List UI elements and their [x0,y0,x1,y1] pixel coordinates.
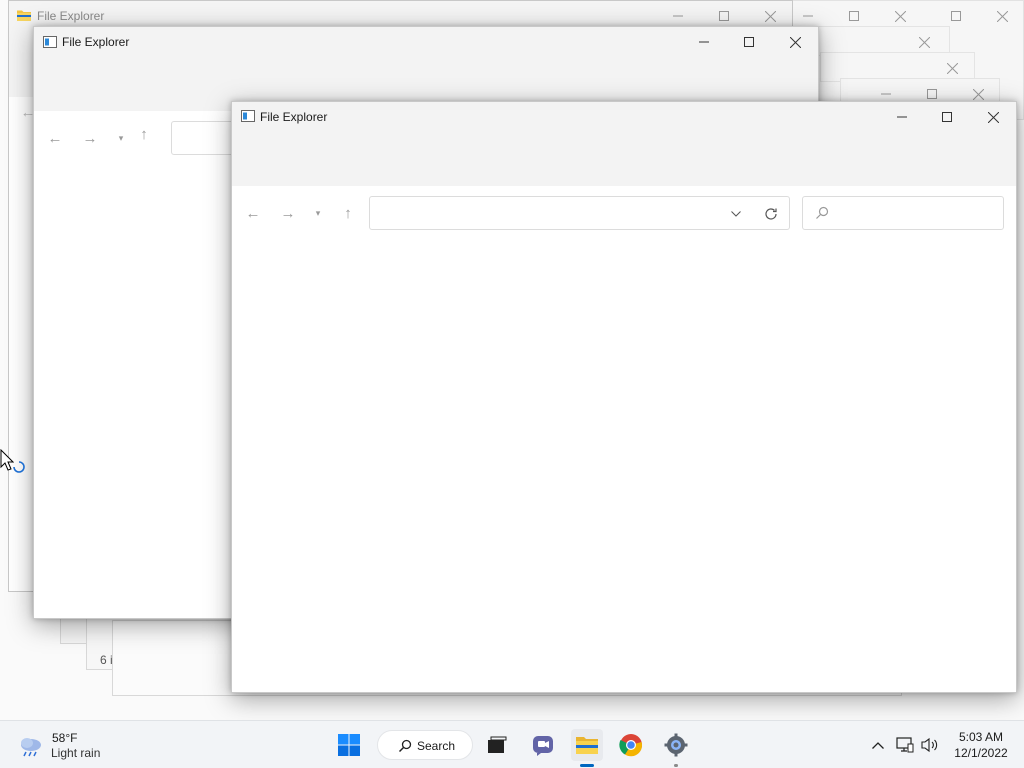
show-hidden-icons-chevron-icon[interactable] [868,735,888,755]
up-button[interactable]: ↑ [335,200,361,226]
weather-rain-icon [21,738,41,757]
search-icon [398,739,412,753]
folder-icon [576,737,598,754]
file-explorer-window-front[interactable]: File Explorer ← → ▾ ↑ [231,101,1017,693]
clock-time: 5:03 AM [958,730,1004,744]
weather-condition: Light rain [51,746,101,760]
search-icon [815,206,829,223]
back-button[interactable]: ← [42,125,68,151]
gear-icon [664,733,688,757]
maximize-button[interactable] [924,102,970,132]
window-title: File Explorer [37,9,105,23]
window-content [232,186,1016,692]
ghost-close-icon [979,1,1023,31]
window-title: File Explorer [260,110,328,124]
close-button[interactable] [772,27,818,57]
taskbar: 58°F Light rain Search 5:03 AM 12/1/2022 [0,720,1024,768]
clock[interactable]: 5:03 AM 12/1/2022 [948,727,1014,763]
window-title: File Explorer [62,35,130,49]
ghost-status-text: 6 i [100,653,113,667]
busy-spinner-icon [13,461,25,473]
address-bar[interactable] [369,196,790,230]
address-dropdown-icon[interactable] [728,206,744,222]
task-view-icon [488,736,507,753]
active-app-indicator [580,764,594,767]
chat-button[interactable] [527,729,559,761]
teams-chat-icon [533,736,553,756]
taskbar-search-label: Search [417,739,456,753]
windows-start-icon [338,734,360,756]
file-explorer-taskbar-button[interactable] [571,729,603,767]
recent-locations-button[interactable]: ▾ [305,200,331,226]
minimize-button[interactable] [681,27,727,57]
search-box[interactable] [802,196,1004,230]
desktop: 6 i File Explorer ← File Explorer ← → ▾ … [0,0,1024,720]
chrome-icon [619,734,643,757]
chrome-taskbar-button[interactable] [615,729,647,761]
weather-temp: 58°F [52,731,78,745]
network-icon[interactable] [895,735,915,755]
minimize-button[interactable] [879,102,925,132]
app-icon [43,36,57,48]
start-button[interactable] [333,729,365,761]
clock-date: 12/1/2022 [954,746,1008,760]
address-input[interactable] [376,203,720,225]
taskbar-search-button[interactable]: Search [377,730,473,760]
settings-taskbar-button[interactable] [660,729,692,767]
task-view-button[interactable] [481,729,513,761]
folder-icon [17,10,31,21]
refresh-icon[interactable] [762,205,780,223]
app-icon [241,110,255,122]
forward-button[interactable]: → [275,200,301,226]
weather-widget[interactable]: 58°F Light rain [14,727,114,763]
close-button[interactable] [970,102,1016,132]
back-button[interactable]: ← [240,200,266,226]
running-app-indicator [674,764,678,767]
search-input[interactable] [837,203,1001,225]
mouse-cursor-icon [0,449,14,471]
up-button[interactable]: ↑ [131,121,157,147]
maximize-button[interactable] [726,27,772,57]
volume-icon[interactable] [920,735,940,755]
forward-button[interactable]: → [77,125,103,151]
